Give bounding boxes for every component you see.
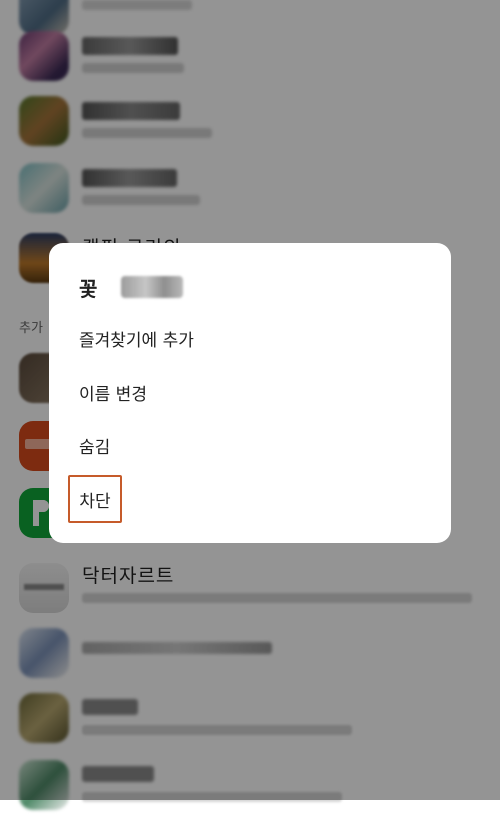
menu-item-add-favorite[interactable]: 즐겨찾기에 추가 bbox=[79, 326, 194, 351]
redacted-name bbox=[121, 276, 183, 298]
menu-item-block[interactable]: 차단 bbox=[68, 475, 122, 523]
channel-options-dialog: 꽃 즐겨찾기에 추가 이름 변경 숨김 차단 bbox=[49, 243, 451, 543]
dialog-title: 꽃 bbox=[79, 277, 99, 301]
menu-item-block-label: 차단 bbox=[79, 491, 111, 512]
menu-item-rename[interactable]: 이름 변경 bbox=[79, 380, 147, 405]
menu-item-hide[interactable]: 숨김 bbox=[79, 433, 110, 458]
